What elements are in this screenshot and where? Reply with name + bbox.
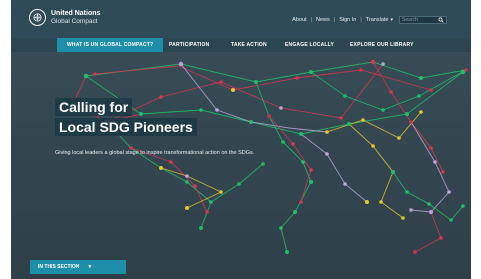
translate-label: Translate bbox=[365, 17, 389, 23]
hero-title-line-2: Local SDG Pioneers bbox=[55, 118, 197, 136]
sign-in-link[interactable]: Sign In bbox=[339, 17, 356, 23]
search-field bbox=[399, 16, 447, 24]
site-header: United Nations Global Compact About | Ne… bbox=[11, 0, 471, 38]
search-icon[interactable] bbox=[438, 17, 444, 23]
about-link[interactable]: About bbox=[292, 17, 306, 23]
nav-take-action[interactable]: TAKE ACTION bbox=[231, 38, 267, 52]
world-network-graphic bbox=[71, 59, 468, 254]
chevron-down-icon: ▾ bbox=[390, 17, 393, 23]
logo-text: United Nations Global Compact bbox=[51, 10, 100, 26]
nav-what-is-un-global-compact[interactable]: WHAT IS UN GLOBAL COMPACT? bbox=[57, 38, 164, 52]
page: United Nations Global Compact About | Ne… bbox=[11, 0, 471, 279]
main-nav: WHAT IS UN GLOBAL COMPACT? PARTICIPATION… bbox=[11, 38, 471, 52]
news-link[interactable]: News bbox=[316, 17, 330, 23]
hero-subtitle: Giving local leaders a global stage to i… bbox=[55, 150, 255, 156]
hero-title: Calling for Local SDG Pioneers bbox=[55, 98, 197, 138]
in-this-section-label: IN THIS SECTION bbox=[38, 264, 80, 270]
nav-explore-our-library[interactable]: EXPLORE OUR LIBRARY bbox=[350, 38, 414, 52]
chevron-down-icon: ▼ bbox=[87, 264, 93, 270]
un-global-compact-logo[interactable]: United Nations Global Compact bbox=[29, 9, 100, 26]
logo-line-1: United Nations bbox=[51, 9, 101, 17]
search-input[interactable] bbox=[400, 17, 440, 23]
divider: | bbox=[333, 17, 336, 23]
translate-dropdown[interactable]: Translate ▾ bbox=[366, 17, 393, 23]
logo-line-2: Global Compact bbox=[51, 17, 98, 25]
in-this-section-button[interactable]: IN THIS SECTION ▼ bbox=[30, 260, 126, 274]
nav-engage-locally[interactable]: ENGAGE LOCALLY bbox=[285, 38, 334, 52]
nav-participation[interactable]: PARTICIPATION bbox=[169, 38, 209, 52]
hero-title-line-1: Calling for bbox=[55, 98, 133, 116]
utility-nav: About | News | Sign In | Translate ▾ bbox=[292, 16, 447, 24]
un-emblem-icon bbox=[29, 9, 46, 26]
divider: | bbox=[360, 17, 362, 23]
divider: | bbox=[310, 17, 312, 23]
